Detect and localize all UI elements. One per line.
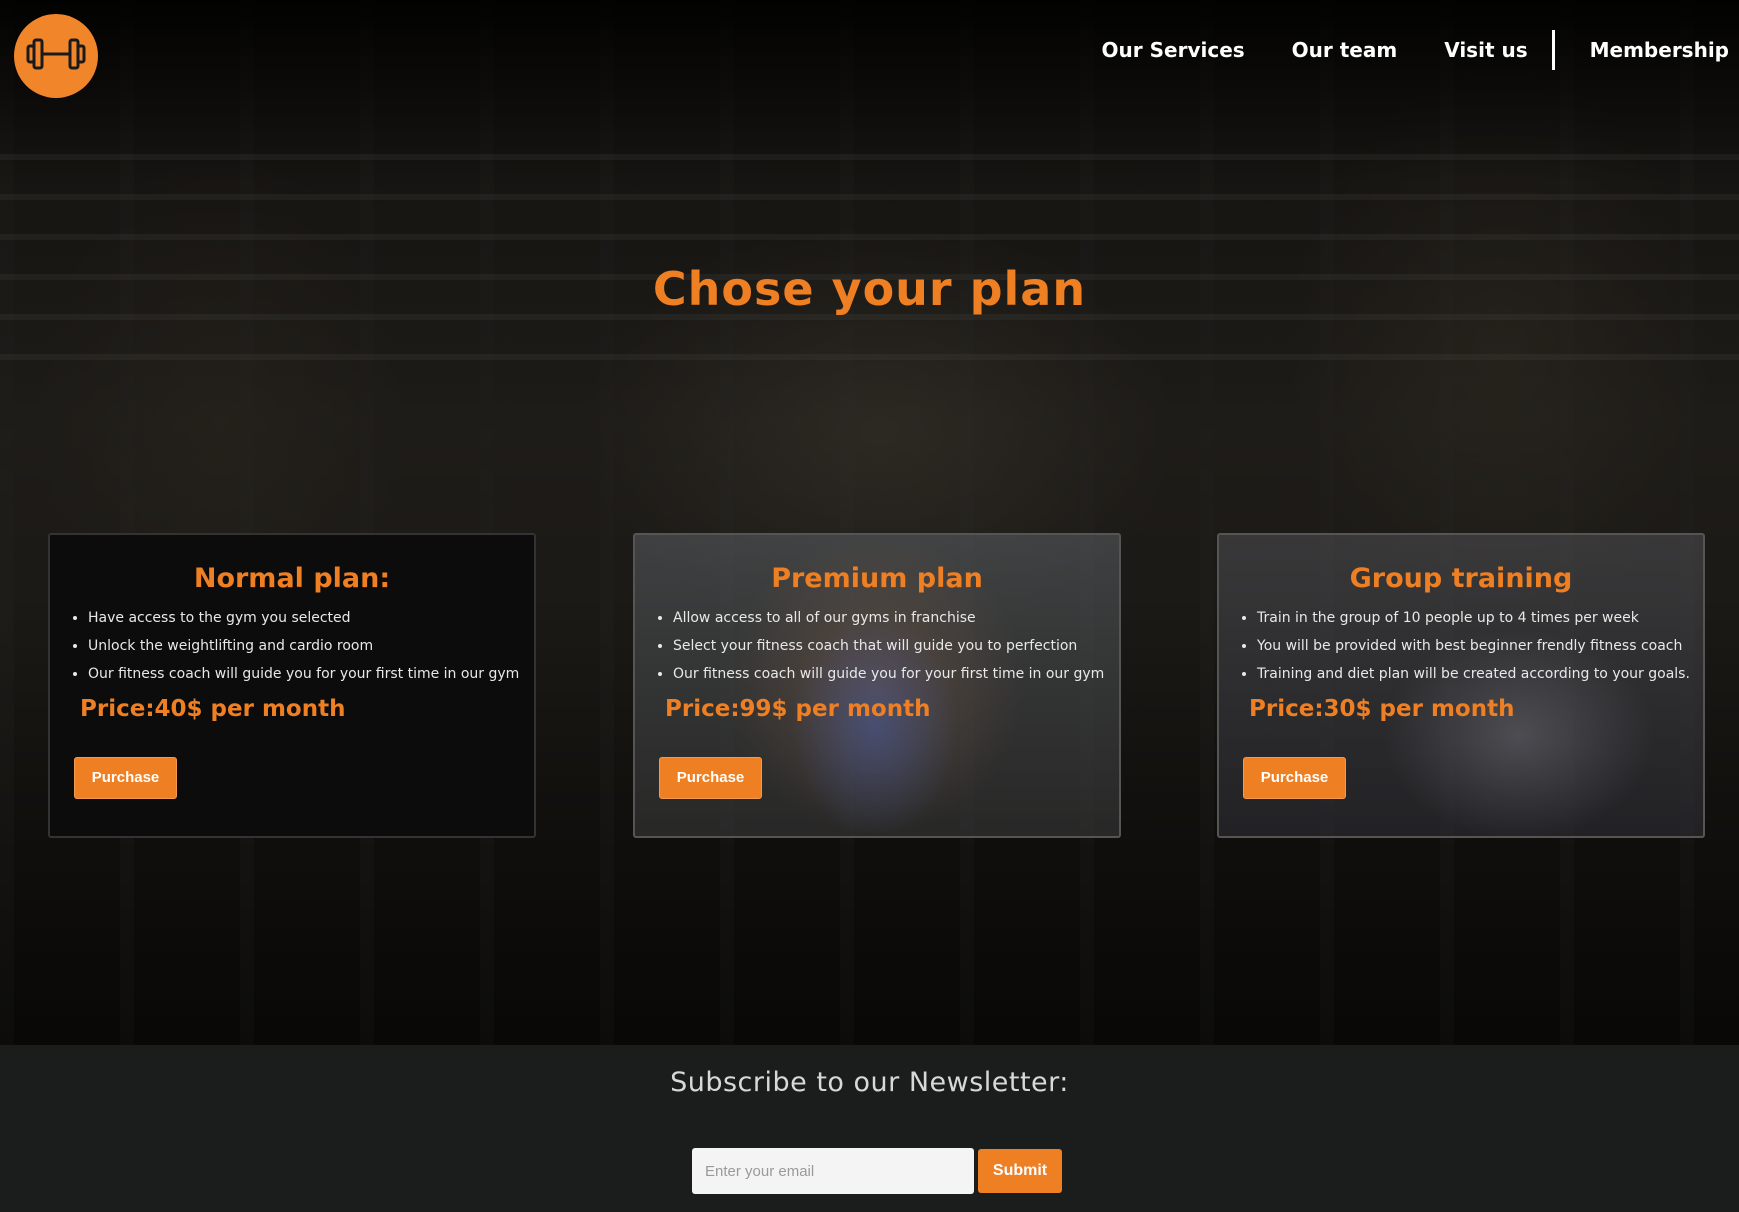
nav-our-services[interactable]: Our Services <box>1102 38 1245 62</box>
plan-price: Price:99$ per month <box>665 696 931 722</box>
plan-features: Train in the group of 10 people up to 4 … <box>1243 604 1690 688</box>
plan-card-premium: Premium plan Allow access to all of our … <box>633 533 1121 838</box>
dumbbell-icon <box>24 34 88 78</box>
plan-price: Price:40$ per month <box>80 696 346 722</box>
nav-visit-us[interactable]: Visit us <box>1444 38 1527 62</box>
plan-features: Have access to the gym you selected Unlo… <box>74 604 519 688</box>
nav-membership[interactable]: Membership <box>1590 38 1729 62</box>
plan-feature: Train in the group of 10 people up to 4 … <box>1257 604 1679 632</box>
purchase-button-premium[interactable]: Purchase <box>659 757 762 799</box>
plan-feature: Select your fitness coach that will guid… <box>673 632 1095 660</box>
email-input[interactable] <box>692 1148 974 1194</box>
main-nav: Our Services Our team Visit us Membershi… <box>1055 30 1729 70</box>
plan-feature: Our fitness coach will guide you for you… <box>673 660 1104 688</box>
plan-feature: Training and diet plan will be created a… <box>1257 660 1690 688</box>
newsletter-section: Subscribe to our Newsletter: Submit <box>0 1045 1739 1212</box>
page-title: Chose your plan <box>652 262 1087 316</box>
plan-feature: Allow access to all of our gyms in franc… <box>673 604 1095 632</box>
plan-title: Normal plan: <box>193 563 391 594</box>
submit-button[interactable]: Submit <box>978 1149 1062 1193</box>
nav-divider <box>1551 30 1555 70</box>
site-header: Our Services Our team Visit us Membershi… <box>0 0 1739 110</box>
logo[interactable] <box>14 14 98 98</box>
newsletter-title: Subscribe to our Newsletter: <box>670 1067 1069 1098</box>
hero-ceiling-beams <box>0 140 1739 360</box>
page: Our Services Our team Visit us Membershi… <box>0 0 1739 1212</box>
plan-title: Premium plan <box>771 563 983 594</box>
purchase-button-group[interactable]: Purchase <box>1243 757 1346 799</box>
purchase-button-normal[interactable]: Purchase <box>74 757 177 799</box>
plan-feature: You will be provided with best beginner … <box>1257 632 1682 660</box>
plan-features: Allow access to all of our gyms in franc… <box>659 604 1104 688</box>
plan-feature: Our fitness coach will guide you for you… <box>88 660 519 688</box>
plan-feature: Have access to the gym you selected <box>88 604 510 632</box>
plan-card-normal: Normal plan: Have access to the gym you … <box>48 533 536 838</box>
plan-feature: Unlock the weightlifting and cardio room <box>88 632 510 660</box>
nav-our-team[interactable]: Our team <box>1292 38 1398 62</box>
plan-price: Price:30$ per month <box>1249 696 1515 722</box>
plan-card-group-training: Group training Train in the group of 10 … <box>1217 533 1705 838</box>
plan-title: Group training <box>1349 563 1573 594</box>
